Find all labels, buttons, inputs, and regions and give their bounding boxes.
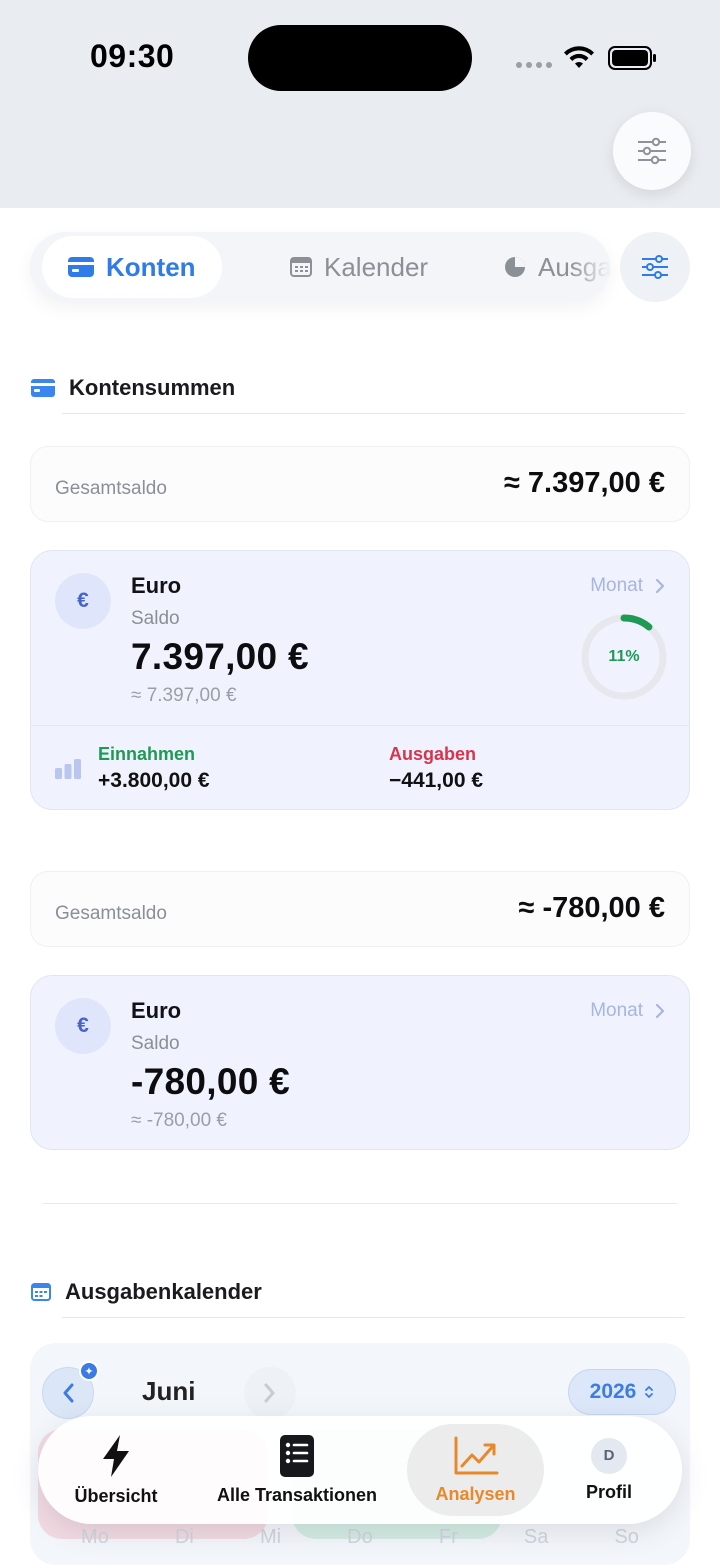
sparkle-icon: ✦: [79, 1361, 99, 1381]
weekday-label: Di: [174, 1526, 194, 1548]
account-card[interactable]: € Euro Saldo 7.397,00 € ≈ 7.397,00 € Mon…: [30, 550, 690, 810]
bar-chart-icon: [55, 759, 81, 779]
chevron-right-icon: [655, 1003, 665, 1019]
nav-alle-transaktionen[interactable]: Alle Transaktionen: [210, 1416, 384, 1524]
weekday-label: Fr: [438, 1526, 458, 1548]
card-icon: [31, 379, 55, 397]
pie-chart-icon: [505, 257, 525, 277]
status-time: 09:30: [90, 38, 175, 74]
income-value: +3.800,00 €: [98, 769, 210, 792]
period-link[interactable]: Monat: [590, 575, 665, 597]
next-month-button[interactable]: [244, 1367, 296, 1419]
tab-label: Kalender: [324, 251, 429, 282]
nav-analysen[interactable]: Analysen: [407, 1424, 544, 1516]
current-month: Juni: [142, 1376, 196, 1406]
calendar-icon: [290, 257, 312, 277]
calendar-icon: [31, 1283, 51, 1301]
account-balance: 7.397,00 €: [131, 636, 309, 677]
account-approx-balance: ≈ 7.397,00 €: [131, 685, 237, 706]
income-summary: Einnahmen +3.800,00 €: [98, 744, 210, 793]
nav-label: Profil: [585, 1481, 632, 1502]
section-title: Ausgabenkalender: [65, 1279, 262, 1304]
battery-icon: [608, 46, 656, 70]
section-ausgabenkalender: Ausgabenkalender: [31, 1279, 262, 1305]
weekday-label: Do: [347, 1526, 373, 1548]
sliders-icon: [642, 255, 668, 279]
chevron-right-icon: [264, 1383, 275, 1403]
income-label: Einnahmen: [98, 744, 196, 764]
account-subtitle: Saldo: [131, 1033, 180, 1054]
lightning-icon: [103, 1434, 129, 1477]
tab-bar: Konten Kalender Ausgaben: [30, 232, 610, 302]
year-label: 2026: [589, 1380, 637, 1403]
up-down-chevron-icon: [645, 1386, 654, 1398]
tab-filter-button[interactable]: [620, 232, 690, 302]
account-approx-balance: ≈ -780,00 €: [131, 1110, 227, 1131]
chevron-right-icon: [655, 578, 665, 594]
weekday-label: So: [614, 1526, 639, 1548]
filter-button[interactable]: [613, 112, 691, 190]
year-selector[interactable]: 2026: [568, 1369, 676, 1415]
card-icon: [68, 257, 94, 277]
chevron-left-icon: [63, 1383, 74, 1403]
divider: [43, 1203, 677, 1204]
section-title: Kontensummen: [69, 375, 236, 400]
tab-kalender[interactable]: Kalender: [266, 236, 452, 298]
section-kontensummen: Kontensummen: [31, 375, 235, 401]
nav-label: Übersicht: [74, 1485, 158, 1506]
dynamic-island: [248, 25, 472, 91]
total-label: Gesamtsaldo: [55, 903, 167, 924]
avatar: D: [591, 1437, 627, 1474]
period-label: Monat: [590, 575, 643, 596]
account-balance: -780,00 €: [131, 1061, 291, 1102]
tab-konten[interactable]: Konten: [42, 236, 222, 298]
tab-label: Konten: [106, 251, 196, 282]
euro-icon: €: [55, 573, 111, 629]
total-balance-card: Gesamtsaldo ≈ -780,00 €: [30, 871, 690, 947]
expense-label: Ausgaben: [389, 744, 477, 764]
list-icon: [280, 1434, 314, 1477]
account-card[interactable]: € Euro Saldo -780,00 € ≈ -780,00 € Monat: [30, 975, 690, 1150]
divider: [31, 725, 689, 726]
account-name: Euro: [131, 998, 182, 1023]
weekday-label: Mi: [259, 1526, 282, 1548]
euro-icon: €: [55, 998, 111, 1054]
chart-trend-icon: [454, 1436, 498, 1474]
total-label: Gesamtsaldo: [55, 478, 167, 499]
progress-label: 11%: [608, 648, 640, 665]
period-label: Monat: [590, 1000, 643, 1021]
cellular-signal-icon: [516, 62, 552, 68]
account-subtitle: Saldo: [131, 608, 180, 629]
weekday-header: Mo Di Mi Do Fr Sa So: [30, 1526, 690, 1549]
total-balance-card: Gesamtsaldo ≈ 7.397,00 €: [30, 446, 690, 522]
nav-uebersicht[interactable]: Übersicht: [58, 1416, 174, 1524]
wifi-icon: [564, 46, 594, 68]
nav-profil[interactable]: D Profil: [572, 1416, 646, 1524]
weekday-label: Sa: [523, 1526, 549, 1548]
account-name: Euro: [131, 573, 182, 598]
expense-summary: Ausgaben −441,00 €: [389, 744, 483, 793]
divider: [62, 1317, 685, 1318]
expense-value: −441,00 €: [389, 769, 484, 792]
nav-label: Alle Transaktionen: [216, 1484, 378, 1505]
sliders-icon: [638, 137, 666, 165]
nav-label: Analysen: [435, 1483, 516, 1504]
period-link[interactable]: Monat: [590, 1000, 665, 1022]
bottom-navigation: Übersicht Alle Transaktionen Analysen D …: [38, 1416, 682, 1524]
weekday-label: Mo: [81, 1526, 109, 1548]
total-value: ≈ -780,00 €: [518, 892, 665, 924]
total-value: ≈ 7.397,00 €: [503, 467, 665, 499]
divider: [62, 413, 685, 414]
